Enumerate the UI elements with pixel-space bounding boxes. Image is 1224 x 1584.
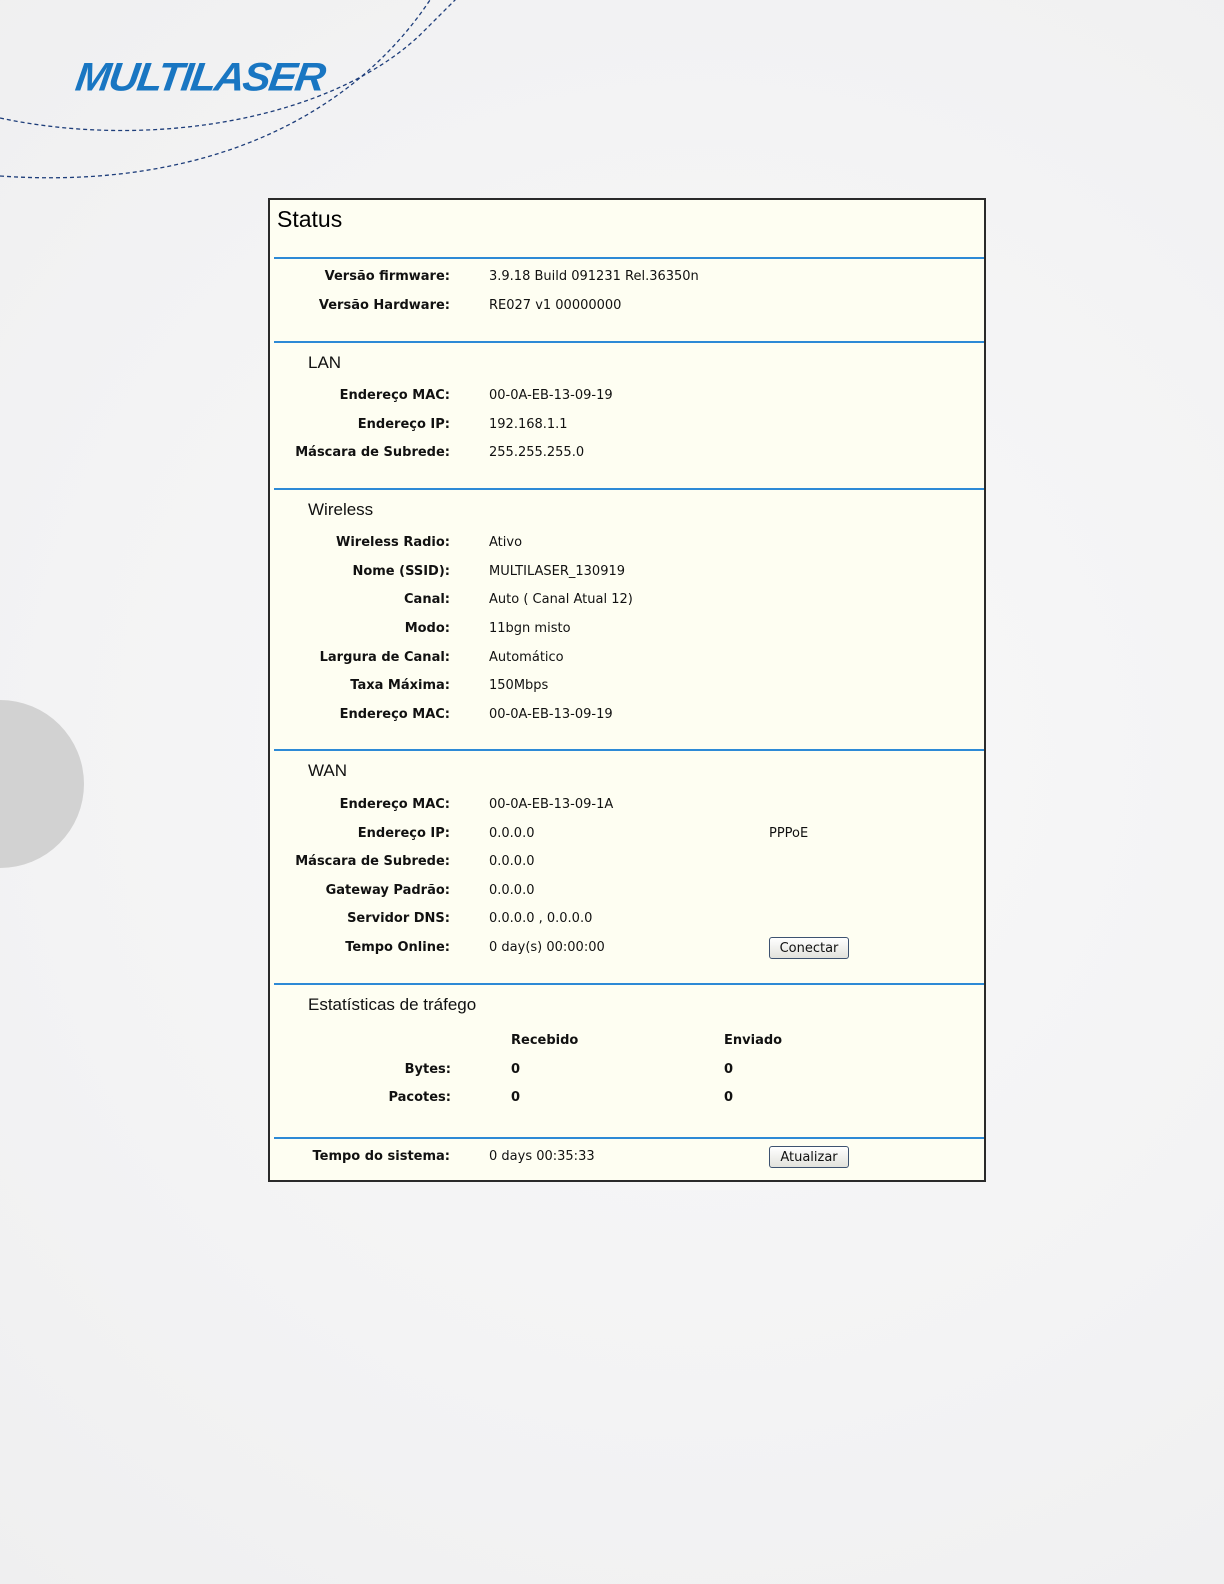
status-panel: Status Versão firmware: 3.9.18 Build 091… (268, 198, 986, 1182)
dns-label: Servidor DNS: (347, 911, 450, 926)
lan-section-title: LAN (308, 353, 342, 372)
bytes-received: 0 (511, 1062, 521, 1077)
wan-mac-value: 00-0A-EB-13-09-1A (489, 797, 614, 812)
mode-label: Modo: (404, 621, 450, 636)
wan-mask-label: Máscara de Subrede: (295, 854, 450, 869)
dns-value: 0.0.0.0 , 0.0.0.0 (489, 911, 593, 926)
firmware-value: 3.9.18 Build 091231 Rel.36350n (489, 269, 699, 284)
wan-ip-label: Endereço IP: (357, 826, 450, 841)
online-time-value: 0 day(s) 00:00:00 (489, 940, 605, 955)
max-rate-value: 150Mbps (489, 678, 549, 693)
multilaser-logo: MULTILASER (72, 54, 327, 99)
wan-ip-value: 0.0.0.0 (489, 826, 535, 841)
refresh-button[interactable]: Atualizar (769, 1146, 849, 1168)
system-time-label: Tempo do sistema: (312, 1149, 450, 1164)
gateway-value: 0.0.0.0 (489, 883, 535, 898)
channel-width-label: Largura de Canal: (319, 650, 450, 665)
page-title: Status (277, 206, 343, 232)
wireless-radio-label: Wireless Radio: (336, 535, 450, 550)
lan-ip-label: Endereço IP: (357, 417, 450, 432)
channel-label: Canal: (404, 592, 450, 607)
received-header: Recebido (511, 1033, 579, 1048)
packets-sent: 0 (724, 1090, 734, 1105)
sent-header: Enviado (724, 1033, 783, 1048)
traffic-section-title: Estatísticas de tráfego (308, 995, 477, 1014)
wan-mac-label: Endereço MAC: (339, 797, 450, 812)
lan-mask-value: 255.255.255.0 (489, 445, 585, 460)
lan-mac-value: 00-0A-EB-13-09-19 (489, 388, 613, 403)
mode-value: 11bgn misto (489, 621, 571, 636)
hardware-label: Versão Hardware: (318, 298, 450, 313)
ssid-label: Nome (SSID): (352, 564, 450, 579)
system-time-value: 0 days 00:35:33 (489, 1149, 595, 1164)
max-rate-label: Taxa Máxima: (350, 678, 450, 693)
packets-received: 0 (511, 1090, 521, 1105)
lan-mask-label: Máscara de Subrede: (295, 445, 450, 460)
channel-value: Auto ( Canal Atual 12) (489, 592, 633, 607)
wireless-mac-value: 00-0A-EB-13-09-19 (489, 707, 613, 722)
section-divider (274, 983, 984, 985)
bytes-label: Bytes: (404, 1062, 451, 1077)
wan-connection-type: PPPoE (769, 826, 809, 841)
connect-button[interactable]: Conectar (769, 937, 849, 959)
channel-width-value: Automático (489, 650, 564, 665)
section-divider (274, 1137, 984, 1139)
ssid-value: MULTILASER_130919 (489, 564, 626, 579)
firmware-label: Versão firmware: (324, 269, 450, 284)
online-time-label: Tempo Online: (345, 940, 450, 955)
section-divider (274, 341, 984, 343)
wan-mask-value: 0.0.0.0 (489, 854, 535, 869)
lan-ip-value: 192.168.1.1 (489, 417, 568, 432)
lan-mac-label: Endereço MAC: (339, 388, 450, 403)
section-divider (274, 488, 984, 490)
hardware-value: RE027 v1 00000000 (489, 298, 622, 313)
wireless-mac-label: Endereço MAC: (339, 707, 450, 722)
wan-section-title: WAN (308, 761, 348, 780)
gateway-label: Gateway Padrão: (325, 883, 450, 898)
section-divider (274, 749, 984, 751)
packets-label: Pacotes: (388, 1090, 451, 1105)
section-divider (274, 257, 984, 259)
bytes-sent: 0 (724, 1062, 734, 1077)
wireless-section-title: Wireless (308, 500, 374, 519)
wireless-radio-value: Ativo (489, 535, 523, 550)
